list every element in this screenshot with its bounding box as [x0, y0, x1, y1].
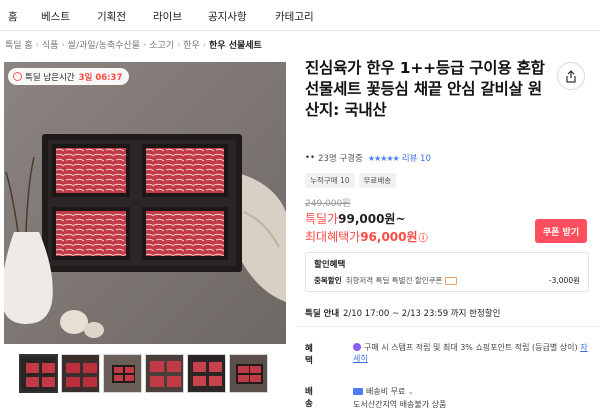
rating-stars-icon: ★★★★★: [367, 153, 400, 163]
share-icon: [566, 69, 576, 83]
shipping-content: 배송비 무료 ⌄ 도서산간지역 배송불가 상품: [353, 385, 588, 411]
deal-info-row: 특딜 안내 2/10 17:00 ~ 2/13 23:59 까지 한정할인: [305, 307, 500, 319]
thumbnail-3[interactable]: [103, 354, 142, 393]
meat-gift-set-illustration: [4, 62, 286, 344]
max-benefit-price: 최대혜택가96,000원ⓘ: [305, 228, 428, 245]
discount-amount: -3,000원: [548, 276, 580, 285]
nav-best[interactable]: 베스트: [41, 9, 70, 24]
coupon-download-button[interactable]: 쿠폰 받기: [535, 219, 587, 243]
thumbnail-5[interactable]: [187, 354, 226, 393]
coupon-icon: [445, 276, 458, 285]
breadcrumb-item[interactable]: 쌀/과일/농축수산물: [68, 38, 140, 51]
breadcrumb: 특딜 홈 › 식품 › 쌀/과일/농축수산물 › 소고기 › 한우 › 한우 선물세트: [5, 38, 262, 51]
thumbnail-6[interactable]: [229, 354, 268, 393]
thumbnail-2[interactable]: [61, 354, 100, 393]
deal-price-label: 특딜가: [305, 212, 339, 226]
truck-icon: [353, 388, 363, 395]
viewer-faces-icon: ••: [305, 153, 316, 163]
review-link[interactable]: 리뷰 10: [402, 152, 431, 164]
deal-price: 특딜가99,000원~: [305, 210, 406, 227]
thumbnail-1[interactable]: [19, 354, 58, 393]
share-button[interactable]: [557, 62, 585, 90]
discount-row: 중복할인 취향저격 특딜 특별전 할인쿠폰 -3,000원: [314, 275, 580, 286]
nav-home[interactable]: 홈: [8, 9, 18, 24]
thumbnail-image: [188, 355, 225, 392]
thumbnail-image: [21, 356, 56, 391]
divider: [296, 326, 600, 327]
shipping-fee: 배송비 무료: [366, 387, 406, 396]
timer-label: 특딜 남은시간: [25, 72, 75, 83]
breadcrumb-item[interactable]: 한우: [183, 38, 200, 51]
benefit-content: 구매 시 스탬프 적립 및 최대 3% 쇼핑포인트 적립 (등급별 상이) 자세…: [353, 342, 588, 364]
timer-value: 3일 06:37: [78, 72, 123, 83]
thumbnail-image: [230, 355, 267, 392]
product-title: 진심육가 한우 1++등급 구이용 혼합 선물세트 꽃등심 채끝 안심 갈비살 …: [305, 59, 545, 119]
point-icon: [353, 343, 361, 351]
thumbnail-image: [146, 355, 183, 392]
deal-price-value: 99,000원~: [338, 212, 406, 226]
tag-cumulative-purchase: 누적구매 10: [305, 173, 355, 188]
product-main-image: [4, 62, 286, 344]
breadcrumb-item[interactable]: 식품: [42, 38, 59, 51]
discount-description: 취향저격 특딜 특별전 할인쿠폰: [345, 276, 443, 285]
discount-benefit-box: 할인혜택 중복할인 취향저격 특딜 특별전 할인쿠폰 -3,000원: [305, 252, 589, 292]
rating-row: •• 23명 구경중 ★★★★★ 리뷰 10: [305, 152, 431, 164]
shipping-label: 배송: [305, 387, 313, 409]
breadcrumb-item[interactable]: 특딜 홈: [5, 38, 33, 51]
info-icon[interactable]: ⓘ: [419, 234, 428, 244]
discount-box-title: 할인혜택: [314, 260, 346, 270]
discount-type: 중복할인: [314, 276, 342, 285]
clock-icon: [13, 72, 22, 81]
deal-timer-badge: 특딜 남은시간 3일 06:37: [8, 68, 130, 85]
nav-category[interactable]: 카테고리: [275, 9, 314, 24]
benefit-text: 구매 시 스탬프 적립 및 최대 3% 쇼핑포인트 적립 (등급별 상이): [364, 343, 578, 352]
max-price-value: 96,000원: [360, 230, 418, 244]
chevron-down-icon[interactable]: ⌄: [407, 387, 414, 396]
original-price: 249,000원: [305, 199, 351, 209]
thumbnail-4[interactable]: [145, 354, 184, 393]
max-price-label: 최대혜택가: [305, 230, 361, 244]
nav-exhibition[interactable]: 기획전: [97, 9, 126, 24]
viewer-count: 23명 구경중: [318, 154, 363, 164]
breadcrumb-item[interactable]: 소고기: [149, 38, 174, 51]
shipping-restriction: 도서산간지역 배송불가 상품: [353, 400, 447, 409]
tag-free-shipping: 무료배송: [358, 173, 397, 188]
thumbnail-image: [62, 355, 99, 392]
nav-notice[interactable]: 공지사항: [208, 9, 247, 24]
thumbnail-image: [104, 355, 141, 392]
top-navigation: 홈 베스트 기획전 라이브 공지사항 카테고리: [0, 0, 600, 31]
deal-info-period: 2/10 17:00 ~ 2/13 23:59 까지 한정할인: [343, 309, 501, 319]
deal-info-label: 특딜 안내: [305, 309, 340, 319]
benefit-label: 혜택: [305, 344, 313, 366]
product-tags: 누적구매 10 무료배송: [305, 173, 397, 188]
nav-live[interactable]: 라이브: [153, 9, 182, 24]
breadcrumb-current: 한우 선물세트: [209, 41, 262, 51]
thumbnail-strip: [19, 354, 268, 393]
